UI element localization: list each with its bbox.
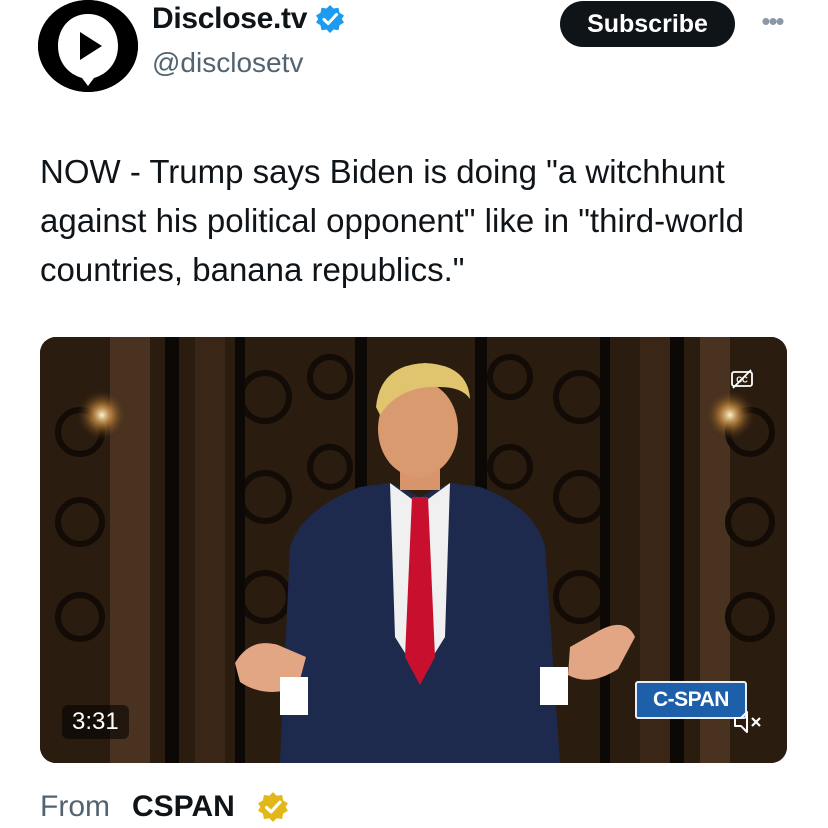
more-options-icon[interactable]: •••: [752, 6, 792, 36]
blue-verified-icon: [315, 4, 345, 34]
display-name[interactable]: Disclose.tv: [152, 2, 307, 36]
tweet-text: NOW - Trump says Biden is doing "a witch…: [40, 153, 744, 288]
closed-captions-icon[interactable]: CC: [730, 367, 754, 391]
video-player[interactable]: CC 3:31 C-SPAN: [40, 337, 787, 763]
source-attribution[interactable]: From CSPAN: [40, 790, 289, 824]
account-name-row[interactable]: Disclose.tv: [152, 2, 345, 36]
video-duration: 3:31: [62, 705, 129, 739]
from-label: From: [40, 790, 110, 823]
play-shield-logo-icon: [38, 0, 138, 92]
gold-verified-icon: [257, 791, 289, 823]
mute-icon[interactable]: [732, 709, 764, 735]
broadcaster-logo: C-SPAN: [635, 681, 747, 719]
avatar[interactable]: [38, 0, 138, 92]
source-name[interactable]: CSPAN: [132, 790, 235, 824]
subscribe-button[interactable]: Subscribe: [560, 1, 735, 47]
account-handle[interactable]: @disclosetv: [152, 47, 303, 79]
